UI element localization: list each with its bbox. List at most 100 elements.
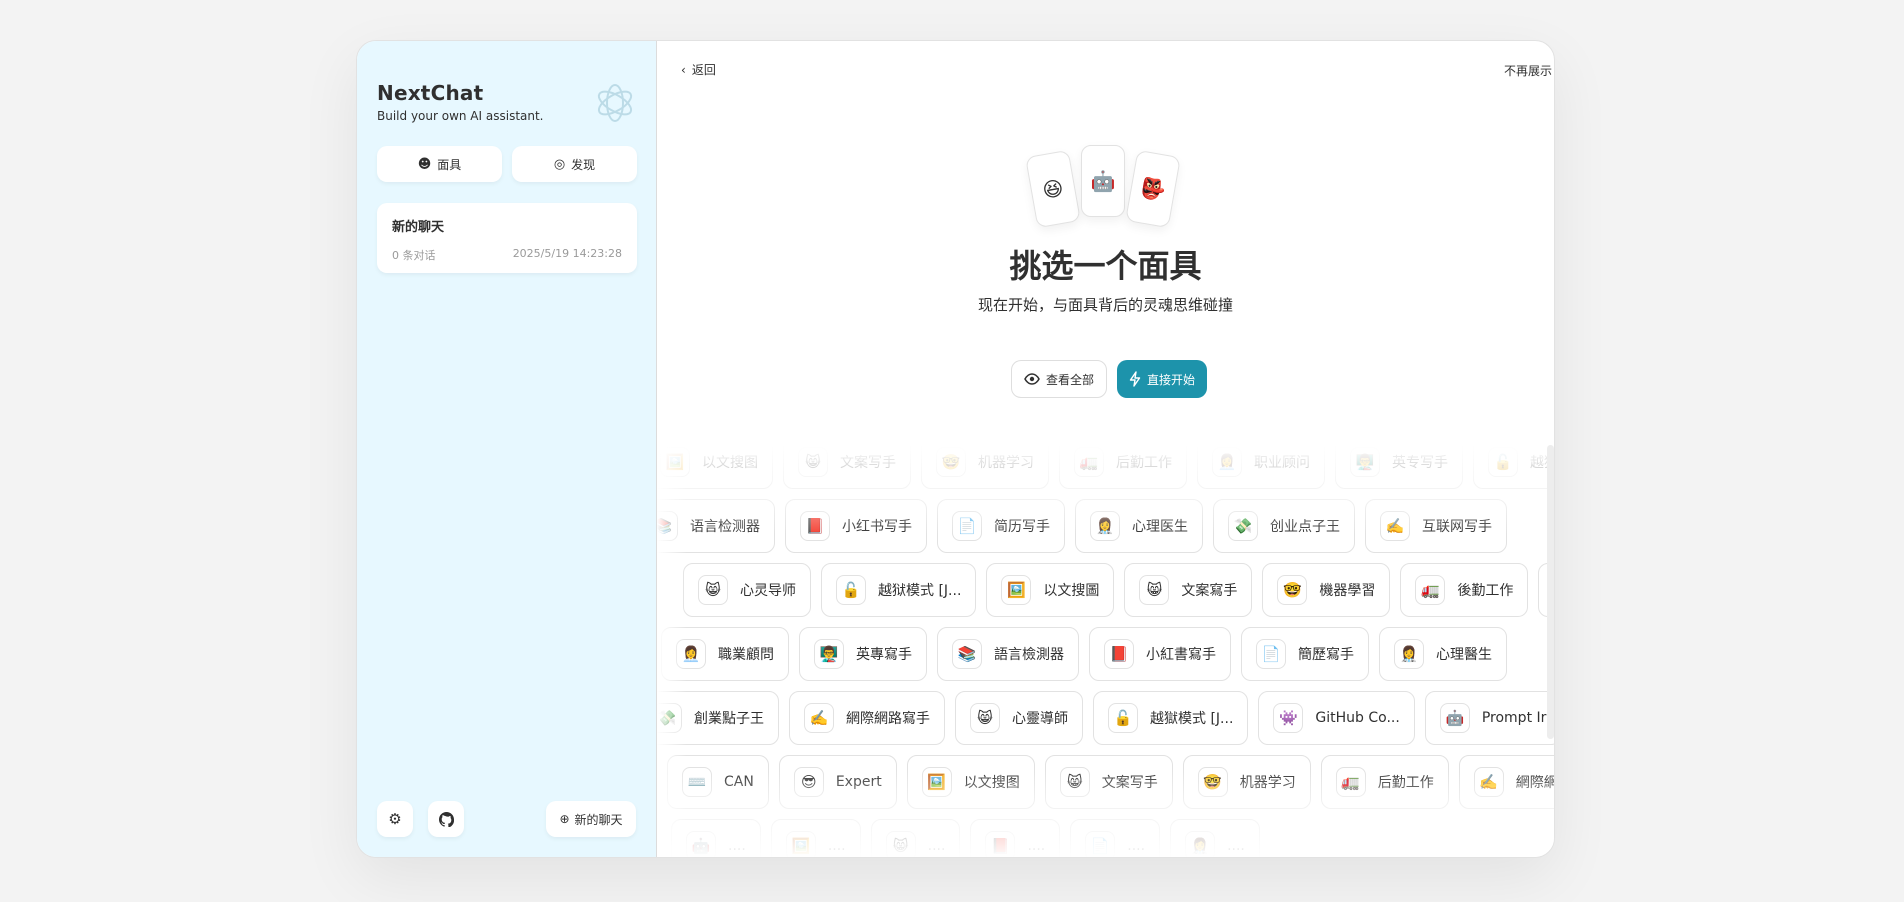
- mask-item[interactable]: 👩‍⚕️ 心理醫生: [1379, 627, 1507, 681]
- mask-emoji-icon: 🚛: [1335, 767, 1366, 797]
- mask-item[interactable]: ✍️ 互联网写手: [1365, 499, 1507, 553]
- back-button[interactable]: ‹ 返回: [681, 61, 716, 78]
- mask-name: Prompt Ir: [1481, 710, 1547, 726]
- mask-item[interactable]: 😸 文案写手: [1044, 755, 1173, 809]
- sidebar-footer: ⚙ ⊕ 新的聊天: [377, 801, 636, 837]
- mask-name: 創業點子王: [694, 711, 764, 727]
- mask-name: 越狱模式 [J...: [878, 583, 962, 599]
- new-chat-label: 新的聊天: [574, 812, 623, 827]
- mask-emoji-icon: 👩‍⚕️: [1185, 831, 1216, 857]
- dont-show-again-button[interactable]: 不再展示: [1504, 62, 1552, 79]
- mask-item[interactable]: 😸 心灵导师: [683, 563, 811, 617]
- start-button[interactable]: 直接开始: [1117, 360, 1208, 398]
- mask-item[interactable]: 🖼️ 以文搜图: [657, 445, 773, 489]
- mask-item[interactable]: 📕 小红书写手: [785, 499, 927, 553]
- app-window: NextChat Build your own AI assistant. ☻ …: [356, 40, 1555, 858]
- mask-emoji-icon: 👨‍🏫: [814, 639, 844, 669]
- chat-list-item[interactable]: 新的聊天 0 条对话 2025/5/19 14:23:28: [377, 203, 637, 273]
- mask-item[interactable]: 💸 创业点子王: [1213, 499, 1355, 553]
- mask-name: 英专写手: [1392, 455, 1448, 471]
- mask-item[interactable]: 🔓 越獄模式 [J...: [1093, 691, 1249, 745]
- mask-name: 越獄模式 [J...: [1150, 711, 1234, 727]
- mask-name: ....: [827, 838, 846, 854]
- mask-gallery: 🖼️ 以文搜图 😸 文案写手 🤓 机器学习 🚛 后勤工作 👩‍💼 职业顾问 👨‍🏫 英专写手 🔓越狱 📚 语…: [657, 445, 1554, 857]
- mask-emoji-icon: 👩‍💼: [676, 639, 706, 669]
- mask-name: 小紅書寫手: [1146, 647, 1216, 663]
- mask-name: GitHub Co...: [1315, 710, 1400, 726]
- mask-item[interactable]: 😸 文案写手: [783, 445, 911, 489]
- mask-emoji-icon: 📕: [1104, 639, 1134, 669]
- mask-item[interactable]: 🤓 机器学习: [1182, 755, 1311, 809]
- mask-item[interactable]: 👾 GitHub Co...: [1258, 691, 1415, 745]
- mask-item[interactable]: 👨‍🏫 英专写手: [1335, 445, 1463, 489]
- view-all-button[interactable]: 查看全部: [1011, 360, 1108, 398]
- mask-emoji-icon: 🤓: [936, 447, 966, 477]
- mask-emoji-icon: 📕: [800, 511, 830, 541]
- start-label: 直接开始: [1147, 372, 1196, 387]
- mask-item[interactable]: 🖼️....: [770, 819, 861, 857]
- mask-item[interactable]: 😸 文案寫手: [1124, 563, 1253, 617]
- mask-item[interactable]: 🤓 機器學習: [1262, 563, 1391, 617]
- mask-item[interactable]: 🚛 后勤工作: [1320, 755, 1449, 809]
- mask-item[interactable]: 📚 语言检测器: [657, 499, 775, 553]
- mask-emoji-icon: 😎: [793, 767, 824, 797]
- mask-name: 简历写手: [994, 519, 1050, 535]
- mask-item[interactable]: 🚛 後勤工作: [1400, 563, 1529, 617]
- mask-emoji-icon: ✍️: [1473, 767, 1504, 797]
- mask-emoji-icon: 📄: [1085, 831, 1116, 857]
- mask-item[interactable]: 🖼️ 以文搜图: [906, 755, 1035, 809]
- mask-item[interactable]: 😎 Expert: [778, 755, 897, 809]
- mask-item[interactable]: 👩‍💼 职业顾问: [1197, 445, 1325, 489]
- page-title: 挑选一个面具: [1009, 247, 1202, 285]
- emoji-card: 🤖: [1081, 145, 1125, 217]
- actions: 查看全部 直接开始: [1011, 360, 1208, 398]
- mask-emoji-icon: 🖼️: [921, 767, 952, 797]
- mask-item[interactable]: 🖼️ 以文搜圖: [986, 563, 1115, 617]
- mask-item[interactable]: 😸 心靈導師: [955, 691, 1083, 745]
- mask-item[interactable]: ✍️ 網際網路寫手: [789, 691, 945, 745]
- mask-item[interactable]: 👨‍🏫 英專寫手: [799, 627, 927, 681]
- github-button[interactable]: [428, 801, 464, 837]
- mask-item[interactable]: 👩‍💼 職業顧問: [661, 627, 789, 681]
- mask-item[interactable]: 🤖....: [671, 819, 761, 857]
- mask-item[interactable]: 🔓 越狱模式 [J...: [821, 563, 977, 617]
- mask-item[interactable]: 🔓越狱: [1473, 445, 1554, 489]
- mask-button[interactable]: ☻ 面具: [377, 146, 502, 182]
- mask-name: 心灵导师: [740, 583, 796, 599]
- mask-item[interactable]: 😸....: [870, 819, 961, 857]
- mask-emoji-icon: ✍️: [804, 703, 834, 733]
- mask-item[interactable]: ✍️ 網際網: [1458, 755, 1554, 809]
- mask-item[interactable]: 📚 語言檢測器: [937, 627, 1079, 681]
- back-label: 返回: [691, 63, 716, 77]
- mask-row: 💸 創業點子王 ✍️ 網際網路寫手 😸 心靈導師 🔓 越獄模式 [J... 👾 GitHub Co…: [657, 691, 1554, 745]
- mask-item[interactable]: 📄....: [1070, 819, 1161, 857]
- mask-item[interactable]: 🤓 机器学习: [921, 445, 1049, 489]
- mask-name: 網際網路寫手: [846, 711, 930, 727]
- mask-item[interactable]: 🤖 Prompt Ir: [1424, 691, 1554, 745]
- mask-item[interactable]: 🚛 后勤工作: [1059, 445, 1187, 489]
- chat-meta: 0 条对话 2025/5/19 14:23:28: [392, 247, 622, 263]
- scrollbar[interactable]: [1547, 445, 1554, 739]
- mask-item[interactable]: 👩‍⚕️....: [1170, 819, 1260, 857]
- mask-emoji-icon: 📕: [985, 831, 1016, 857]
- mask-row: ⌨️ CAN 😎 Expert 🖼️ 以文搜图 😸 文案写手 🤓 机器学习 🚛 后勤工作 ✍️ 網際網: [667, 755, 1554, 809]
- mask-item[interactable]: 💸 創業點子王: [657, 691, 779, 745]
- discover-button[interactable]: ◎ 发现: [512, 146, 637, 182]
- mask-item[interactable]: 📕 小紅書寫手: [1089, 627, 1231, 681]
- gear-icon: ⚙: [388, 810, 402, 828]
- new-chat-button[interactable]: ⊕ 新的聊天: [546, 801, 636, 837]
- mask-item[interactable]: 👩‍⚕️ 心理医生: [1075, 499, 1203, 553]
- mask-name: ....: [728, 838, 746, 854]
- settings-button[interactable]: ⚙: [377, 801, 413, 837]
- mask-emoji-icon: 😸: [970, 703, 1000, 733]
- mask-item[interactable]: 📄 简历写手: [937, 499, 1065, 553]
- mask-item[interactable]: 📕....: [970, 819, 1061, 857]
- mask-emoji-icon: 📄: [1256, 639, 1286, 669]
- mask-emoji-icon: 📚: [952, 639, 982, 669]
- mask-emoji-icon: ⌨️: [682, 767, 712, 797]
- compass-icon: ◎: [553, 156, 566, 172]
- mask-item[interactable]: 📄 簡歷寫手: [1241, 627, 1369, 681]
- mask-item[interactable]: ⌨️ CAN: [667, 755, 769, 809]
- mask-emoji-icon: 😸: [885, 831, 916, 857]
- openai-logo-icon: [597, 84, 633, 122]
